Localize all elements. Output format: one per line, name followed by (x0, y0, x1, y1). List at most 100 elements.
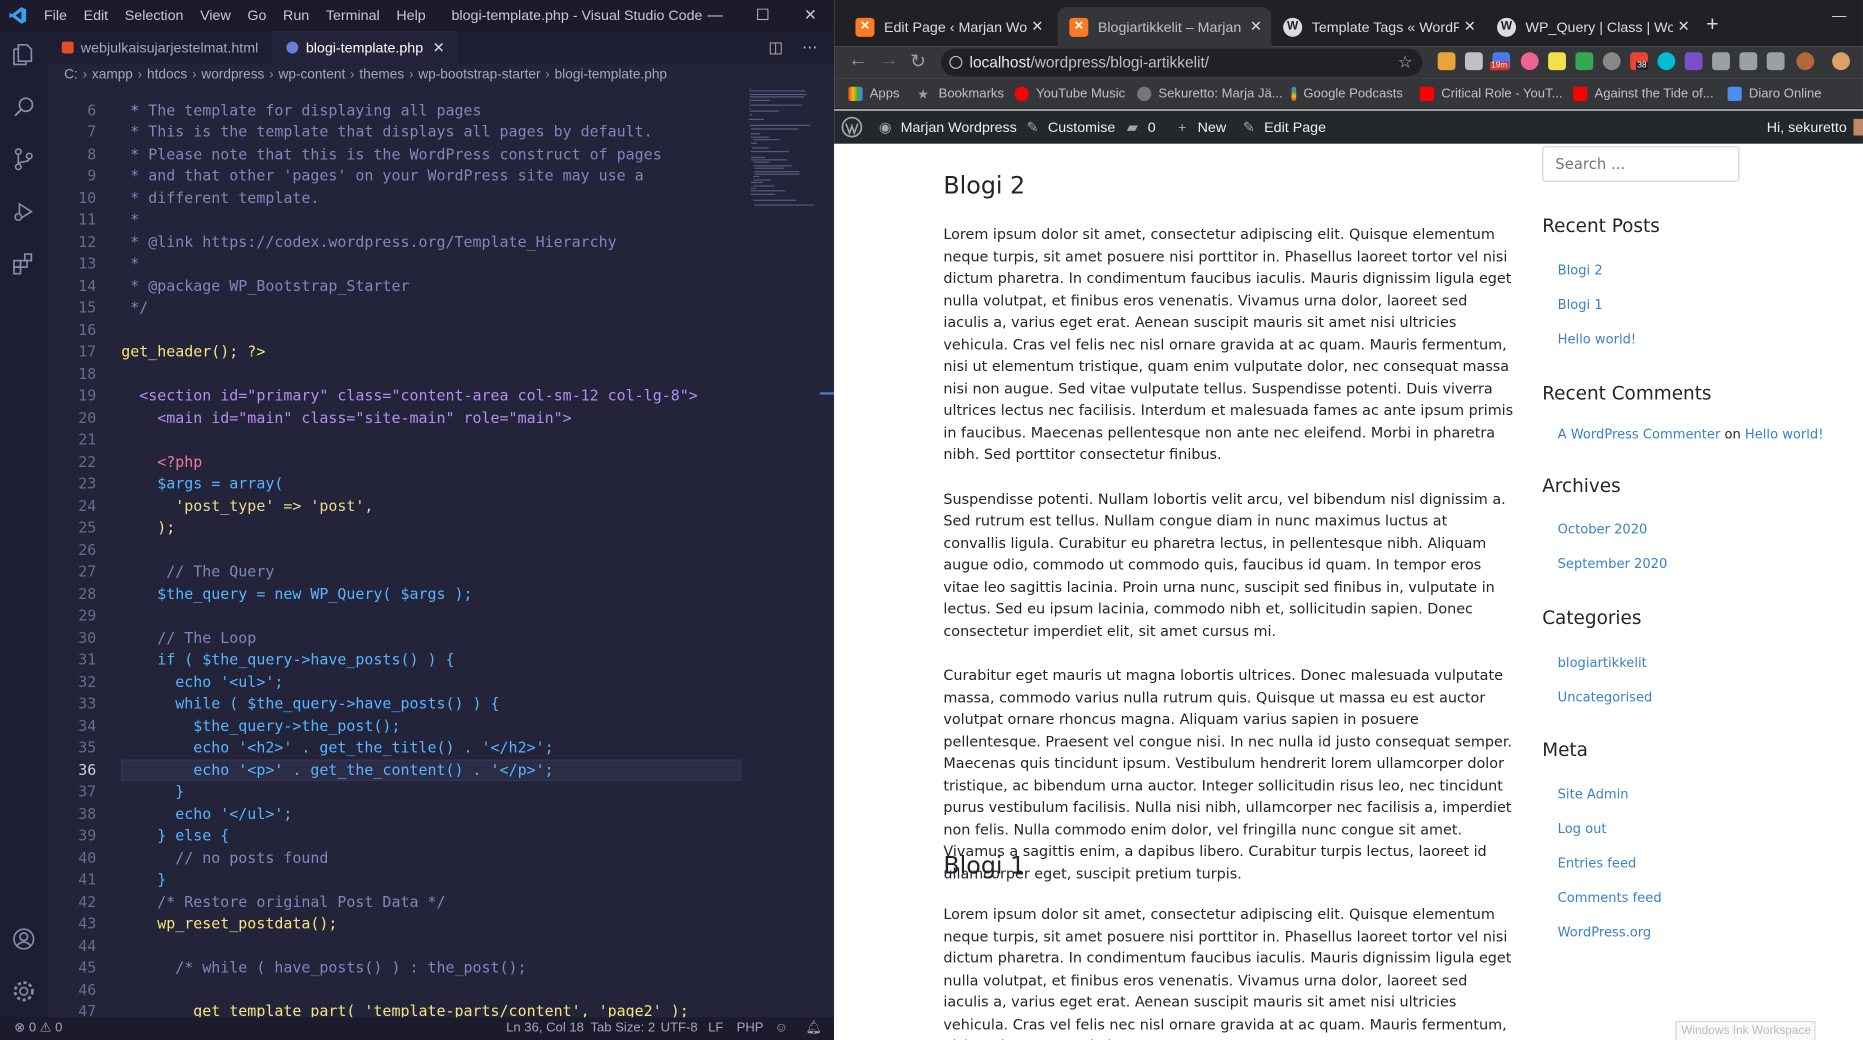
windows-ink-workspace-badge[interactable]: Windows Ink Workspace (1675, 1020, 1816, 1040)
tab-close-icon[interactable]: ✕ (1250, 18, 1262, 35)
wp-my-account[interactable]: Hi, sekuretto (1767, 111, 1863, 144)
back-icon[interactable]: ← (848, 50, 867, 71)
breadcrumb-segment[interactable]: themes (359, 68, 404, 82)
tab-size[interactable]: Tab Size: 2 (591, 1017, 656, 1040)
recent-post-link[interactable]: Blogi 1 (1558, 297, 1603, 312)
minimize-button[interactable]: — (691, 0, 739, 31)
site-info-icon[interactable] (949, 55, 963, 69)
maximize-button[interactable]: ☐ (739, 0, 787, 31)
breadcrumb-segment[interactable]: wp-bootstrap-starter (418, 68, 540, 82)
tab-close-icon[interactable]: ✕ (433, 39, 445, 56)
extension-drive-icon[interactable] (1602, 52, 1621, 71)
wp-edit-page[interactable]: ✎ Edit Page (1240, 111, 1326, 144)
wp-site-name[interactable]: ◉ Marjan Wordpress (877, 111, 1017, 144)
forward-icon[interactable]: → (879, 50, 898, 71)
explorer-icon[interactable] (10, 40, 39, 69)
line-ending[interactable]: LF (708, 1017, 723, 1040)
cursor-position[interactable]: Ln 36, Col 18 (506, 1017, 584, 1040)
meta-link[interactable]: Site Admin (1558, 787, 1629, 802)
archive-link[interactable]: October 2020 (1558, 522, 1648, 537)
search-icon[interactable] (10, 93, 39, 122)
category-link[interactable]: blogiartikkelit (1558, 655, 1647, 670)
wp-logo-icon[interactable] (841, 111, 863, 144)
meta-link[interactable]: Entries feed (1558, 856, 1637, 871)
extension-check-icon[interactable] (1575, 52, 1594, 71)
wp-new[interactable]: + New (1174, 111, 1226, 144)
tab-close-icon[interactable]: ✕ (1464, 18, 1476, 35)
breadcrumb-segment[interactable]: htdocs (147, 68, 187, 82)
encoding[interactable]: UTF-8 (661, 1017, 698, 1040)
archive-link[interactable]: September 2020 (1558, 556, 1668, 571)
extension-photos-icon[interactable] (1437, 52, 1456, 71)
extension-screenshot-icon[interactable] (1464, 52, 1483, 71)
breadcrumb-segment[interactable]: wordpress (201, 68, 264, 82)
bookmark-critical-role[interactable]: Critical Role - YouT... (1419, 78, 1563, 108)
language-mode[interactable]: PHP (737, 1017, 764, 1040)
menu-item-terminal[interactable]: Terminal (318, 0, 389, 31)
wp-comments[interactable]: ▰ 0 (1124, 111, 1156, 144)
source-control-icon[interactable] (10, 145, 39, 174)
meta-link[interactable]: Comments feed (1558, 890, 1662, 905)
reload-icon[interactable]: ↻ (910, 50, 926, 74)
minimap[interactable] (748, 86, 820, 217)
category-link[interactable]: Uncategorised (1558, 689, 1653, 704)
problems-indicator[interactable]: ⊗ 0 ⚠ 0 (14, 1017, 62, 1040)
menu-item-go[interactable]: Go (239, 0, 275, 31)
feedback-icon[interactable]: ☺ (775, 1017, 788, 1040)
extensions-icon[interactable] (10, 250, 39, 279)
bookmark-against-the-tide[interactable]: Against the Tide of... (1573, 78, 1714, 108)
run-debug-icon[interactable] (10, 197, 39, 226)
code-editor[interactable]: * The template for displaying all pages … (48, 86, 749, 1017)
close-button[interactable]: ✕ (787, 0, 835, 31)
address-bar[interactable]: localhost/wordpress/blogi-artikkelit/ ☆ (940, 48, 1423, 77)
more-actions-icon[interactable]: ⋯ (802, 38, 817, 57)
extension-pink-icon[interactable] (1520, 52, 1539, 71)
comment-author-link[interactable]: A WordPress Commenter (1558, 427, 1721, 442)
wp-customise[interactable]: ✎ Customise (1024, 111, 1116, 144)
extensions-puzzle-icon[interactable] (1739, 52, 1758, 71)
bookmark-apps[interactable]: Apps (848, 78, 900, 108)
profile-avatar[interactable] (1796, 52, 1815, 71)
extension-yellow-icon[interactable] (1548, 52, 1566, 71)
onenote-extension-icon[interactable] (1684, 52, 1703, 71)
tab-close-icon[interactable]: ✕ (1678, 18, 1690, 35)
bookmark-star-icon[interactable]: ☆ (1398, 49, 1413, 76)
breadcrumb-segment[interactable]: xampp (92, 68, 133, 82)
comment-post-link[interactable]: Hello world! (1745, 427, 1824, 442)
browser-tab-template-tags[interactable]: W Template Tags « WordPress Codex ✕ (1271, 7, 1485, 46)
tab-close-icon[interactable]: ✕ (1031, 18, 1043, 35)
recent-post-link[interactable]: Blogi 2 (1558, 263, 1603, 278)
bookmark-bookmarks[interactable]: ★ Bookmarks (917, 78, 1004, 108)
profile-avatar-secondary[interactable] (1832, 52, 1850, 71)
recent-post-link[interactable]: Hello world! (1558, 332, 1637, 347)
browser-minimize-button[interactable]: — (1815, 0, 1863, 31)
bookmark-youtube-music[interactable]: YouTube Music (1014, 78, 1125, 108)
extension-m-icon[interactable] (1657, 52, 1676, 71)
new-tab-icon[interactable]: + (1706, 13, 1718, 34)
breadcrumb-segment[interactable]: C: (64, 68, 78, 82)
split-editor-icon[interactable]: ◫ (768, 38, 783, 57)
meta-link[interactable]: Log out (1558, 821, 1607, 836)
tab-blogi-template[interactable]: blogi-template.php ✕ (272, 30, 459, 65)
reading-list-icon[interactable] (1766, 52, 1785, 71)
extension-refresh-icon[interactable] (1712, 52, 1730, 71)
menu-item-run[interactable]: Run (275, 0, 318, 31)
bookmark-google-podcasts[interactable]: Google Podcasts (1291, 78, 1403, 108)
notifications-bell-icon[interactable]: 🔔︎ (806, 1017, 823, 1040)
menu-item-view[interactable]: View (192, 0, 239, 31)
breadcrumb-segment[interactable]: wp-content (278, 68, 345, 82)
search-input[interactable]: Search ... (1542, 146, 1740, 182)
meta-link[interactable]: WordPress.org (1558, 925, 1652, 940)
menu-item-selection[interactable]: Selection (116, 0, 191, 31)
menu-item-edit[interactable]: Edit (75, 0, 116, 31)
tab-webjulkaisujarjestelmat[interactable]: webjulkaisujarjestelmat.html (48, 31, 273, 64)
browser-tab-edit-page[interactable]: ✕ Edit Page ‹ Marjan Wordpress ✕ (844, 7, 1053, 46)
browser-tab-blogiartikkelit[interactable]: ✕ Blogiartikkelit – Marjan Wordpress ✕ (1057, 7, 1272, 47)
account-icon[interactable] (10, 925, 39, 954)
settings-gear-icon[interactable] (10, 977, 39, 1006)
menu-item-file[interactable]: File (36, 0, 76, 31)
breadcrumb-segment[interactable]: blogi-template.php (555, 68, 667, 82)
menu-item-help[interactable]: Help (388, 0, 434, 31)
scrollbar-marker[interactable] (819, 392, 835, 395)
browser-tab-wp-query[interactable]: W WP_Query | Class | WordPress Developer… (1485, 7, 1699, 46)
